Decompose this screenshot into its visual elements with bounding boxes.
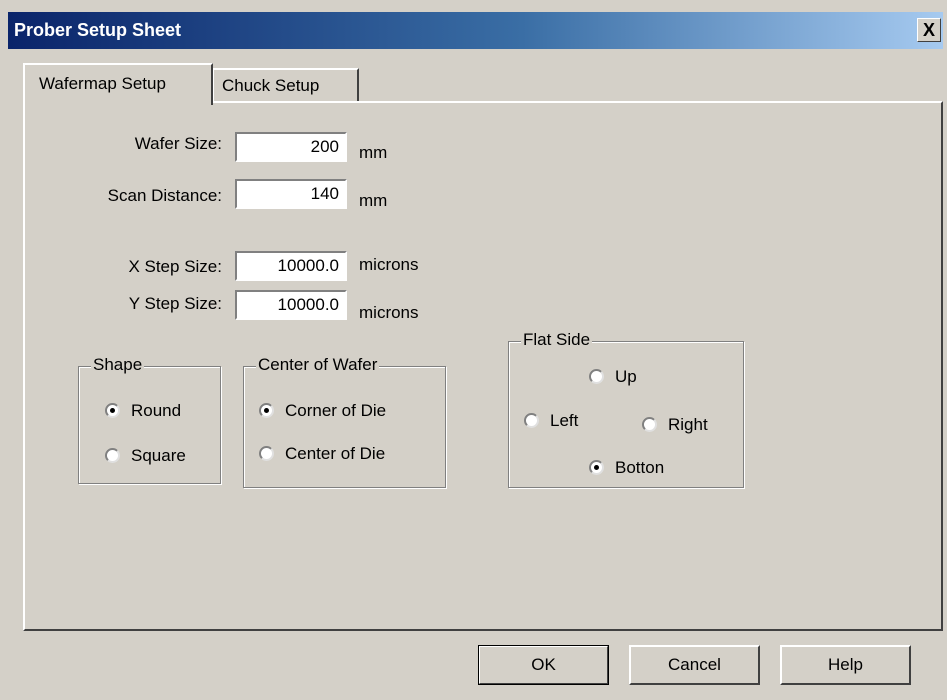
x-step-size-unit: microns xyxy=(359,255,419,274)
tab-label: Wafermap Setup xyxy=(39,74,166,93)
radio-label: Corner of Die xyxy=(285,401,387,420)
scan-distance-unit: mm xyxy=(359,191,388,210)
center-of-wafer-group: Center of Wafer Corner of Die Center of … xyxy=(243,355,446,488)
radio-selected-icon xyxy=(259,403,274,418)
window-title: Prober Setup Sheet xyxy=(14,20,182,40)
radio-icon xyxy=(259,446,274,461)
scan-distance-label: Scan Distance: xyxy=(107,186,222,205)
close-icon: X xyxy=(922,20,935,40)
dialog-window: Prober Setup Sheet X Wafermap Setup Chuc… xyxy=(0,0,947,700)
shape-legend: Shape xyxy=(91,355,145,375)
flat-up-radio[interactable]: Up xyxy=(589,367,637,387)
y-step-size-unit: microns xyxy=(359,303,419,322)
help-button[interactable]: Help xyxy=(780,645,911,685)
y-step-size-label: Y Step Size: xyxy=(128,294,222,313)
shape-square-radio[interactable]: Square xyxy=(105,446,186,466)
radio-label: Right xyxy=(668,415,708,434)
scan-distance-input[interactable]: 140 xyxy=(235,179,347,209)
corner-of-die-radio[interactable]: Corner of Die xyxy=(259,401,386,421)
radio-icon xyxy=(642,417,657,432)
radio-label: Left xyxy=(550,411,579,430)
radio-icon xyxy=(105,448,120,463)
y-step-size-input[interactable]: 10000.0 xyxy=(235,290,347,320)
center-of-die-radio[interactable]: Center of Die xyxy=(259,444,385,464)
radio-selected-icon xyxy=(105,403,120,418)
shape-round-radio[interactable]: Round xyxy=(105,401,181,421)
center-of-wafer-legend: Center of Wafer xyxy=(256,355,380,375)
x-step-size-label: X Step Size: xyxy=(128,257,222,276)
radio-label: Botton xyxy=(615,458,665,477)
flat-side-legend: Flat Side xyxy=(521,330,593,350)
title-bar[interactable]: Prober Setup Sheet X xyxy=(8,12,943,49)
cancel-button[interactable]: Cancel xyxy=(629,645,760,685)
ok-button[interactable]: OK xyxy=(478,645,609,685)
radio-label: Round xyxy=(131,401,182,420)
radio-label: Square xyxy=(131,446,186,465)
wafer-size-unit: mm xyxy=(359,143,388,162)
flat-left-radio[interactable]: Left xyxy=(524,411,578,431)
flat-side-group: Flat Side Up Left Right Botton xyxy=(508,330,744,488)
flat-bottom-radio[interactable]: Botton xyxy=(589,458,664,478)
radio-label: Center of Die xyxy=(285,444,386,463)
radio-icon xyxy=(524,413,539,428)
radio-icon xyxy=(589,369,604,384)
shape-group: Shape Round Square xyxy=(78,355,221,484)
radio-label: Up xyxy=(615,367,637,386)
close-button[interactable]: X xyxy=(917,18,941,42)
tab-chuck-setup[interactable]: Chuck Setup xyxy=(212,68,359,102)
tab-wafermap-setup[interactable]: Wafermap Setup xyxy=(23,63,213,105)
x-step-size-input[interactable]: 10000.0 xyxy=(235,251,347,281)
wafer-size-input[interactable]: 200 xyxy=(235,132,347,162)
flat-right-radio[interactable]: Right xyxy=(642,415,708,435)
wafer-size-label: Wafer Size: xyxy=(134,134,222,153)
tab-label: Chuck Setup xyxy=(222,76,320,95)
radio-selected-icon xyxy=(589,460,604,475)
